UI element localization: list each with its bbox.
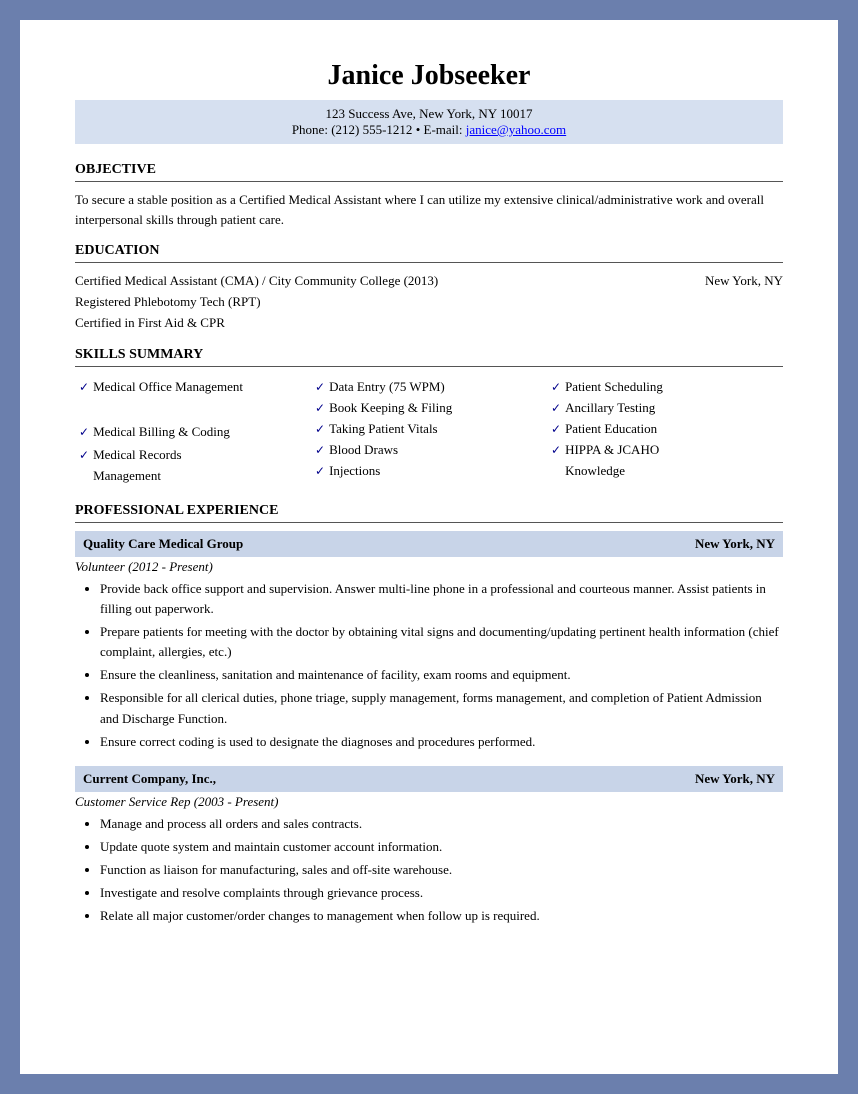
- resume-name: Janice Jobseeker: [75, 60, 783, 92]
- check-icon: ✓: [551, 420, 561, 439]
- experience-divider: [75, 522, 783, 523]
- skill-label: Patient Education: [565, 419, 657, 440]
- skill-item: ✓ Blood Draws: [315, 440, 543, 461]
- edu-line-0-left: Certified Medical Assistant (CMA) / City…: [75, 271, 438, 292]
- edu-row-2: Certified in First Aid & CPR: [75, 313, 783, 334]
- check-icon: ✓: [315, 420, 325, 439]
- skill-label: HIPPA & JCAHO: [565, 440, 659, 461]
- edu-row-0: Certified Medical Assistant (CMA) / City…: [75, 271, 783, 292]
- check-icon: ✓: [315, 399, 325, 418]
- bullet-item: Investigate and resolve complaints throu…: [100, 883, 783, 903]
- edu-line-2-left: Certified in First Aid & CPR: [75, 315, 225, 330]
- bullet-item: Update quote system and maintain custome…: [100, 837, 783, 857]
- education-title: EDUCATION: [75, 243, 783, 259]
- bullet-item: Function as liaison for manufacturing, s…: [100, 860, 783, 880]
- phone-email-line: Phone: (212) 555-1212 • E-mail: janice@y…: [85, 122, 773, 138]
- experience-title: PROFESSIONAL EXPERIENCE: [75, 503, 783, 519]
- bullet-item: Provide back office support and supervis…: [100, 579, 783, 619]
- skill-label: Data Entry (75 WPM): [329, 377, 445, 398]
- skill-item: ✓ Injections: [315, 461, 543, 482]
- resume-page: Janice Jobseeker 123 Success Ave, New Yo…: [20, 20, 838, 1074]
- check-icon: ✓: [551, 378, 561, 397]
- job-location-0: New York, NY: [695, 536, 775, 552]
- check-icon: ✓: [315, 462, 325, 481]
- bullet-item: Relate all major customer/order changes …: [100, 906, 783, 926]
- skill-item: ✓ Medical Records: [79, 445, 307, 466]
- job-company-0: Quality Care Medical Group: [83, 536, 243, 552]
- skill-item: ✓ Patient Scheduling: [551, 377, 779, 398]
- skill-item: ✓ Book Keeping & Filing: [315, 398, 543, 419]
- skill-label: Knowledge: [565, 461, 625, 482]
- job-block-0: Quality Care Medical Group New York, NY …: [75, 531, 783, 752]
- objective-divider: [75, 181, 783, 182]
- edu-row-1: Registered Phlebotomy Tech (RPT): [75, 292, 783, 313]
- objective-title: OBJECTIVE: [75, 162, 783, 178]
- edu-line-1-left: Registered Phlebotomy Tech (RPT): [75, 294, 261, 309]
- job-header-1: Current Company, Inc., New York, NY: [75, 766, 783, 792]
- job-role-1: Customer Service Rep (2003 - Present): [75, 794, 783, 810]
- skill-item: ✓ Medical Office Management: [79, 377, 307, 398]
- contact-block: 123 Success Ave, New York, NY 10017 Phon…: [75, 100, 783, 144]
- bullet-item: Ensure the cleanliness, sanitation and m…: [100, 665, 783, 685]
- job-bullets-0: Provide back office support and supervis…: [75, 579, 783, 752]
- skill-item: ✓ Ancillary Testing: [551, 398, 779, 419]
- skills-col-3: ✓ Patient Scheduling ✓ Ancillary Testing…: [547, 375, 783, 488]
- skill-label: Taking Patient Vitals: [329, 419, 438, 440]
- address-line: 123 Success Ave, New York, NY 10017: [85, 106, 773, 122]
- skill-label: Ancillary Testing: [565, 398, 655, 419]
- bullet-item: Responsible for all clerical duties, pho…: [100, 688, 783, 728]
- skill-item: ✓: [79, 400, 307, 420]
- skill-label: Management: [93, 466, 161, 487]
- check-icon: ✓: [315, 378, 325, 397]
- check-icon: ✓: [551, 399, 561, 418]
- check-icon: ✓: [551, 441, 561, 460]
- skill-label: Medical Billing & Coding: [93, 422, 230, 443]
- check-icon: ✓: [79, 446, 89, 465]
- check-icon: ✓: [79, 378, 89, 397]
- education-entries: Certified Medical Assistant (CMA) / City…: [75, 271, 783, 333]
- bullet-separator: •: [416, 122, 424, 137]
- skill-label: Medical Office Management: [93, 377, 243, 398]
- email-link[interactable]: janice@yahoo.com: [466, 122, 566, 137]
- skill-item: ✓ HIPPA & JCAHO: [551, 440, 779, 461]
- check-icon: ✓: [79, 423, 89, 442]
- skill-item: ✓ Patient Education: [551, 419, 779, 440]
- skill-item: ✓ Management: [79, 466, 307, 487]
- phone: Phone: (212) 555-1212: [292, 122, 413, 137]
- job-block-1: Current Company, Inc., New York, NY Cust…: [75, 766, 783, 927]
- skill-label: Medical Records: [93, 445, 181, 466]
- job-header-0: Quality Care Medical Group New York, NY: [75, 531, 783, 557]
- job-bullets-1: Manage and process all orders and sales …: [75, 814, 783, 927]
- bullet-item: Manage and process all orders and sales …: [100, 814, 783, 834]
- email-label: E-mail:: [424, 122, 466, 137]
- skill-item: ✓ Knowledge: [551, 461, 779, 482]
- skill-item: ✓ Taking Patient Vitals: [315, 419, 543, 440]
- skills-col-2: ✓ Data Entry (75 WPM) ✓ Book Keeping & F…: [311, 375, 547, 488]
- skills-title: SKILLS SUMMARY: [75, 347, 783, 363]
- skills-divider: [75, 366, 783, 367]
- edu-line-0-right: New York, NY: [705, 271, 783, 292]
- skills-table: ✓ Medical Office Management ✓ ✓ Medical …: [75, 375, 783, 488]
- skill-label: Patient Scheduling: [565, 377, 663, 398]
- skill-label: Book Keeping & Filing: [329, 398, 452, 419]
- skills-col-1: ✓ Medical Office Management ✓ ✓ Medical …: [75, 375, 311, 488]
- objective-text: To secure a stable position as a Certifi…: [75, 190, 783, 229]
- skill-label: Injections: [329, 461, 380, 482]
- job-location-1: New York, NY: [695, 771, 775, 787]
- skill-item: ✓ Medical Billing & Coding: [79, 422, 307, 443]
- check-icon: ✓: [315, 441, 325, 460]
- skills-row: ✓ Medical Office Management ✓ ✓ Medical …: [75, 375, 783, 488]
- bullet-item: Prepare patients for meeting with the do…: [100, 622, 783, 662]
- education-divider: [75, 262, 783, 263]
- job-role-0: Volunteer (2012 - Present): [75, 559, 783, 575]
- bullet-item: Ensure correct coding is used to designa…: [100, 732, 783, 752]
- job-company-1: Current Company, Inc.,: [83, 771, 216, 787]
- skill-label: Blood Draws: [329, 440, 398, 461]
- skill-item: ✓ Data Entry (75 WPM): [315, 377, 543, 398]
